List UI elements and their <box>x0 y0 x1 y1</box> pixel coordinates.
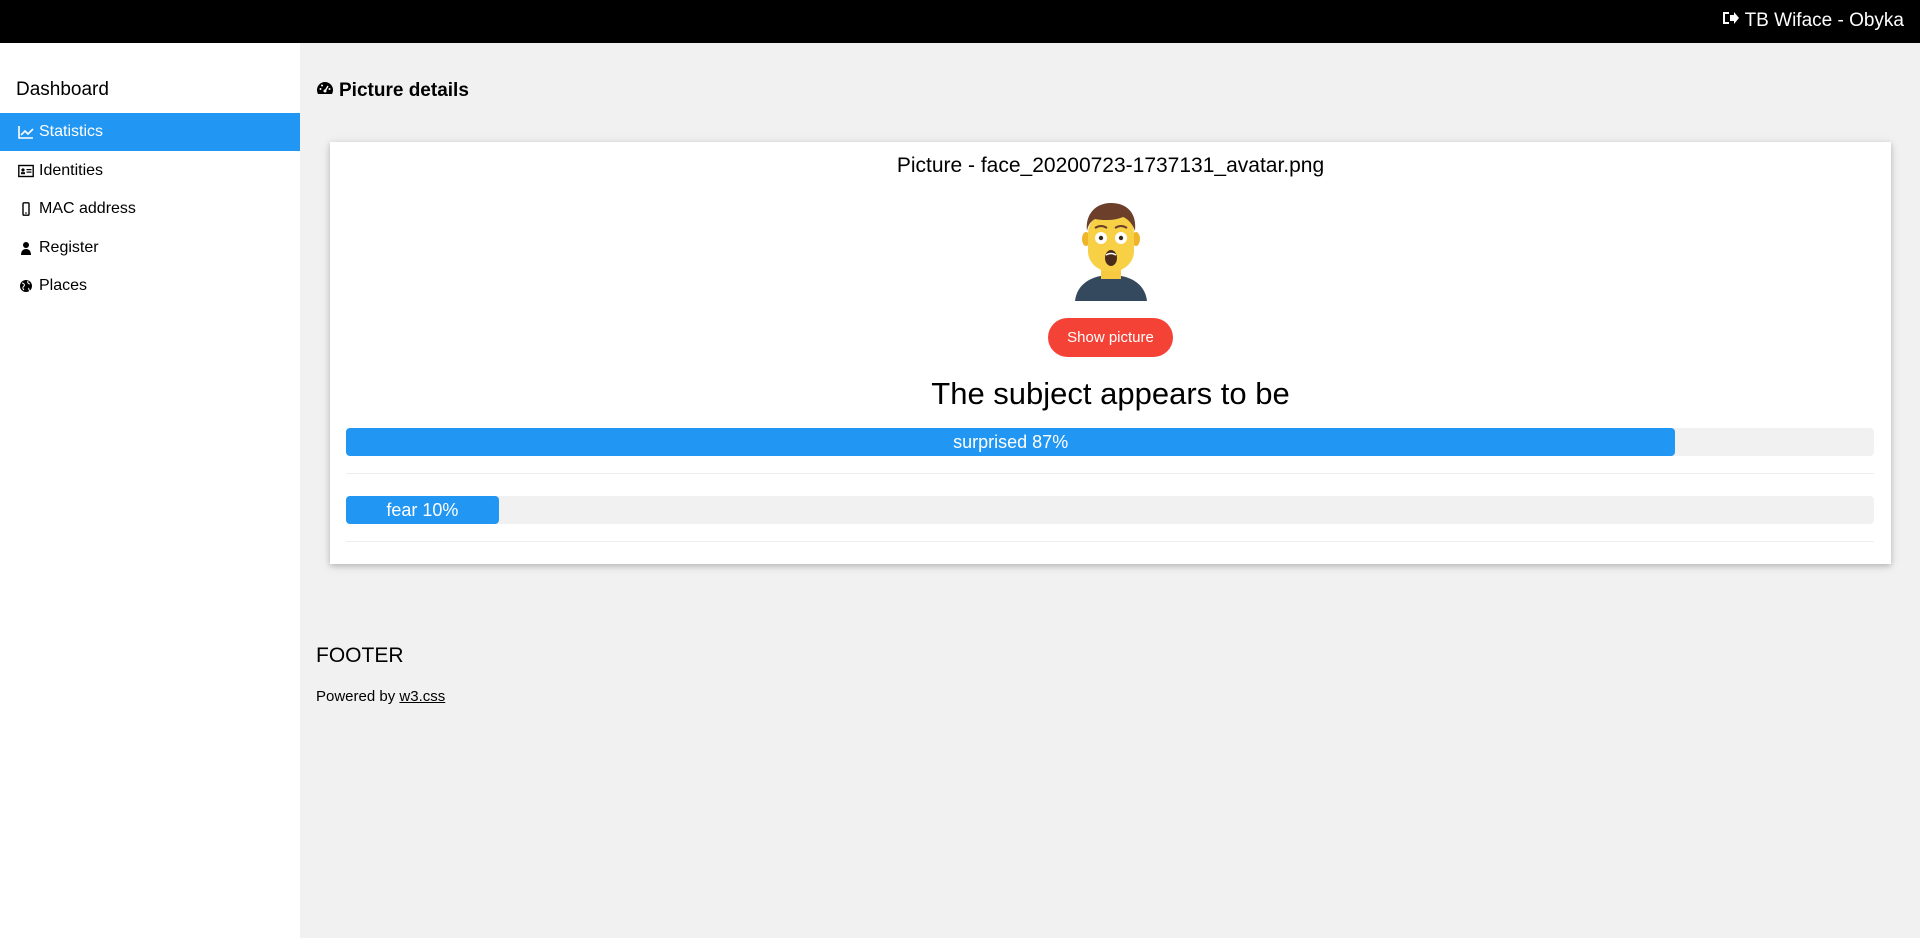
divider <box>346 473 1874 474</box>
brand-link[interactable]: TB Wiface - Obyka <box>1721 9 1904 33</box>
footer-text: Powered by w3.css <box>316 688 445 705</box>
page-title: Picture details <box>316 79 469 103</box>
dashboard-icon <box>316 79 334 103</box>
brand-title: TB Wiface - Obyka <box>1744 10 1904 31</box>
id-card-icon <box>17 163 35 179</box>
sidebar-heading: Dashboard <box>16 79 109 100</box>
user-icon <box>17 240 35 256</box>
sign-out-icon <box>1721 9 1739 33</box>
emotion-bar-surprised: surprised 87% <box>346 428 1874 456</box>
card-title: Picture - face_20200723-1737131_avatar.p… <box>896 154 1325 177</box>
avatar <box>1075 203 1147 301</box>
footer-link[interactable]: w3.css <box>399 688 445 705</box>
sidebar-item-identities[interactable]: Identities <box>0 152 300 190</box>
emotion-bar-fill: fear 10% <box>346 496 499 524</box>
page-title-text: Picture details <box>339 80 469 101</box>
show-picture-button[interactable]: Show picture <box>1048 318 1173 357</box>
sidebar-item-label: Statistics <box>39 123 104 140</box>
sidebar-item-places[interactable]: Places <box>0 267 300 305</box>
line-chart-icon <box>17 124 35 140</box>
sidebar-item-label: MAC address <box>39 200 136 218</box>
footer-title: FOOTER <box>316 644 404 667</box>
sidebar-item-statistics[interactable]: Statistics <box>0 113 300 151</box>
picture-card: Picture - face_20200723-1737131_avatar.p… <box>330 142 1891 564</box>
subject-heading: The subject appears to be <box>931 376 1290 411</box>
sidebar-nav: Statistics Identities MAC address Regist… <box>0 113 300 306</box>
sidebar-item-label: Places <box>39 277 88 295</box>
sidebar-item-register[interactable]: Register <box>0 229 300 267</box>
sidebar-item-mac-address[interactable]: MAC address <box>0 190 300 228</box>
emotion-bar-fill: surprised 87% <box>346 428 1676 456</box>
divider <box>346 541 1874 542</box>
sidebar: Dashboard Statistics Identities MAC addr… <box>0 43 300 938</box>
sidebar-item-label: Identities <box>39 161 104 179</box>
top-bar: TB Wiface - Obyka <box>0 0 1920 43</box>
mobile-icon <box>17 201 35 217</box>
main-content: Picture details Picture - face_20200723-… <box>300 43 1920 938</box>
footer-powered-by: Powered by <box>316 688 396 705</box>
emotion-bar-fear: fear 10% <box>346 496 1874 524</box>
sidebar-item-label: Register <box>39 238 99 256</box>
globe-icon <box>17 278 35 294</box>
